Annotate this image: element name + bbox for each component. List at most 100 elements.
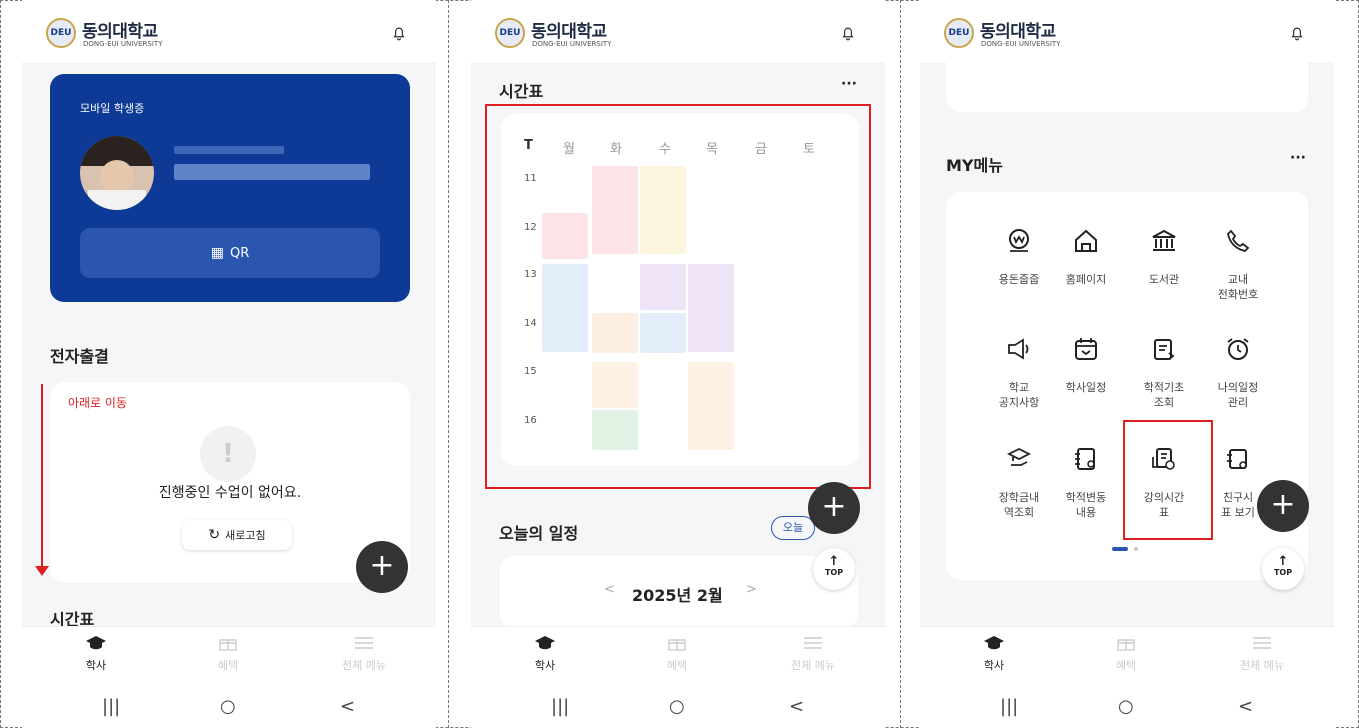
home-button[interactable]: ○ [669,696,685,717]
page-indicator-active [1112,547,1128,551]
nav-benefit[interactable]: 혜택 [1086,635,1166,673]
no-class-message: 진행중인 수업이 없어요. [158,485,302,501]
refresh-label: 새로고침 [225,529,266,542]
record-change-icon [1063,436,1109,482]
app-header: DEU 동의대학교 DONG-EUI UNIVERSITY [22,0,436,62]
scroll-top-button[interactable]: ↑ TOP [813,548,855,590]
qr-label: QR [229,245,250,261]
card-partial [946,60,1308,112]
nav-academic-label: 학사 [85,659,107,672]
app-header: DEU 동의대학교 DONG-EUI UNIVERSITY [920,0,1334,62]
menu-campus-phone[interactable]: 교내 전화번호 [1198,218,1278,302]
nav-academic[interactable]: 학사 [505,635,585,673]
bell-icon[interactable] [839,24,857,42]
mobile-student-id-card: 모바일 학생증 ▦ QR [50,74,410,302]
logo-text: 동의대학교 [531,22,607,42]
nav-benefit-label: 혜택 [666,659,688,672]
gift-icon [668,639,686,651]
phone-icon [1215,218,1261,264]
home-button[interactable]: ○ [1118,696,1134,717]
phone-screen-1: DEU 동의대학교 DONG-EUI UNIVERSITY 모바일 학생증 ▦ … [22,0,436,686]
more-icon[interactable]: ··· [1290,150,1306,166]
home-button[interactable]: ○ [220,696,236,717]
nav-all-menu-label: 전체 메뉴 [791,659,835,672]
coin-icon [996,218,1042,264]
menu-label: 학적기초 [1143,381,1185,394]
menu-label-line2: 내용 [1075,506,1097,519]
system-bar: ||| ○ < [22,686,436,728]
top-label: TOP [824,568,844,577]
nav-all-menu-label: 전체 메뉴 [1240,659,1284,672]
nav-academic[interactable]: 학사 [954,635,1034,673]
home-icon [1063,218,1109,264]
blurred-info [174,146,284,154]
refresh-button[interactable]: ↻ 새로고침 [182,520,292,550]
logo-subtext: DONG-EUI UNIVERSITY [83,40,163,48]
nav-academic[interactable]: 학사 [56,635,136,673]
panel-divider [448,0,449,728]
calendar-icon [1063,326,1109,372]
menu-label-line2: 공지사항 [998,396,1040,409]
refresh-icon: ↻ [208,527,221,543]
menu-student-record[interactable]: 학적기초 조회 [1124,326,1204,410]
scroll-top-button[interactable]: ↑ TOP [1262,548,1304,590]
nav-all-menu[interactable]: 전체 메뉴 [324,635,404,673]
exclamation-icon: ! [200,426,256,482]
back-button[interactable]: < [340,696,355,717]
more-icon[interactable]: ··· [841,76,857,92]
system-bar: ||| ○ < [920,686,1334,728]
graduation-cap-icon [535,636,555,650]
menu-label: 학사일정 [1065,381,1107,394]
system-bar: ||| ○ < [471,686,885,728]
menu-label: 홈페이지 [1065,273,1107,286]
menu-library[interactable]: 도서관 [1124,218,1204,287]
hamburger-icon [804,637,822,649]
bell-icon[interactable] [1288,24,1306,42]
attendance-title: 전자출결 [50,347,109,366]
back-button[interactable]: < [789,696,804,717]
nav-benefit-label: 혜택 [1115,659,1137,672]
nav-all-menu[interactable]: 전체 메뉴 [773,635,853,673]
logo-text: 동의대학교 [82,22,158,42]
prev-month-button[interactable]: < [604,582,615,597]
nav-benefit-label: 혜택 [217,659,239,672]
add-fab-button[interactable]: + [356,541,408,593]
bell-icon[interactable] [390,24,408,42]
next-month-button[interactable]: > [746,582,757,597]
megaphone-icon [996,326,1042,372]
qr-button[interactable]: ▦ QR [80,228,380,278]
arrow-up-icon: ↑ [1277,554,1289,569]
add-fab-button[interactable]: + [1257,480,1309,532]
scholarship-icon [996,436,1042,482]
nav-benefit[interactable]: 혜택 [637,635,717,673]
bottom-nav: 학사 혜택 전체 메뉴 [22,626,436,686]
today-schedule-title: 오늘의 일정 [499,524,579,543]
menu-record-changes[interactable]: 학적변동 내용 [1046,436,1126,520]
scroll-arrow-head [35,566,49,576]
scroll-arrow-line [41,384,43,570]
recent-apps-button[interactable]: ||| [102,696,120,717]
menu-homepage[interactable]: 홈페이지 [1046,218,1126,287]
panel-divider [900,0,901,728]
bottom-nav: 학사 혜택 전체 메뉴 [471,626,885,686]
logo-text: 동의대학교 [980,22,1056,42]
back-button[interactable]: < [1238,696,1253,717]
menu-my-schedule[interactable]: 나의일정 관리 [1198,326,1278,410]
logo-subtext: DONG-EUI UNIVERSITY [532,40,612,48]
today-badge[interactable]: 오늘 [771,516,815,540]
menu-label: 나의일정 [1217,381,1259,394]
logo-subtext: DONG-EUI UNIVERSITY [981,40,1061,48]
month-label: 2025년 2월 [632,586,723,605]
nav-all-menu[interactable]: 전체 메뉴 [1222,635,1302,673]
menu-label-line2: 관리 [1227,396,1249,409]
recent-apps-button[interactable]: ||| [1000,696,1018,717]
nav-benefit[interactable]: 혜택 [188,635,268,673]
recent-apps-button[interactable]: ||| [551,696,569,717]
menu-academic-calendar[interactable]: 학사일정 [1046,326,1126,395]
hamburger-icon [355,637,373,649]
avatar [80,136,154,210]
library-icon [1141,218,1187,264]
attendance-card: ! 진행중인 수업이 없어요. ↻ 새로고침 [50,382,410,582]
friend-timetable-icon [1215,436,1261,482]
add-fab-button[interactable]: + [808,482,860,534]
